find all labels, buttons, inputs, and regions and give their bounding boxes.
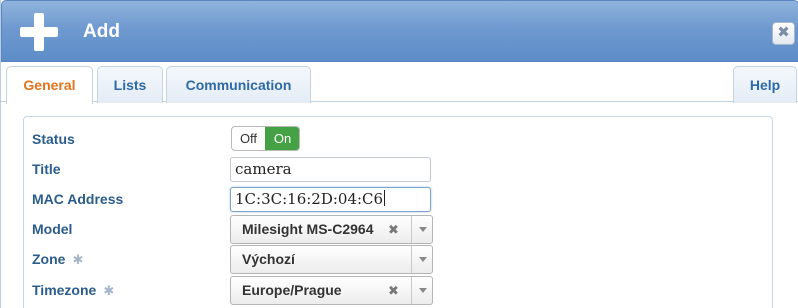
tab-communication[interactable]: Communication: [166, 66, 311, 103]
timezone-select[interactable]: Europe/Prague ✖: [230, 276, 433, 305]
tab-bar: General Lists Communication Help: [1, 62, 798, 104]
dialog-title: Add: [83, 21, 120, 42]
model-select[interactable]: Milesight MS-C2964 ✖: [230, 215, 433, 244]
zone-select[interactable]: Výchozí: [230, 245, 433, 274]
status-toggle[interactable]: Off On: [231, 126, 300, 151]
model-clear-icon[interactable]: ✖: [388, 216, 399, 243]
title-input-value: camera: [235, 160, 292, 178]
text-caret: [384, 190, 386, 206]
mac-address-input[interactable]: 1C:3C:16:2D:04:C6: [230, 187, 431, 212]
required-icon: ✱: [103, 283, 115, 298]
status-label: Status: [32, 131, 75, 147]
close-button[interactable]: ✖: [772, 22, 795, 45]
chevron-down-icon: [419, 257, 427, 262]
chevron-down-icon: [419, 227, 427, 232]
plus-icon: [20, 13, 58, 51]
chevron-down-icon: [419, 288, 427, 293]
timezone-select-value: Europe/Prague: [242, 282, 342, 298]
status-off-option[interactable]: Off: [232, 127, 265, 150]
title-label: Title: [32, 161, 61, 177]
zone-select-value: Výchozí: [242, 251, 295, 267]
mac-address-value: 1C:3C:16:2D:04:C6: [235, 190, 384, 208]
required-icon: ✱: [72, 252, 84, 267]
timezone-label: Timezone ✱: [32, 282, 115, 298]
close-icon: ✖: [777, 24, 790, 41]
zone-label: Zone ✱: [32, 251, 84, 267]
tab-general[interactable]: General: [6, 66, 93, 104]
zone-dropdown-arrow[interactable]: [411, 246, 433, 273]
dialog-titlebar: Add ✖: [1, 0, 798, 62]
model-label: Model: [32, 221, 73, 237]
tab-lists[interactable]: Lists: [97, 66, 163, 103]
timezone-clear-icon[interactable]: ✖: [388, 277, 399, 304]
timezone-dropdown-arrow[interactable]: [411, 277, 433, 304]
add-dialog: Add ✖ General Lists Communication Help S…: [0, 0, 798, 308]
mac-address-label: MAC Address: [32, 191, 124, 207]
model-select-value: Milesight MS-C2964: [242, 221, 374, 237]
tab-help[interactable]: Help: [733, 66, 797, 103]
status-on-option[interactable]: On: [265, 127, 299, 150]
model-dropdown-arrow[interactable]: [411, 216, 433, 243]
title-input[interactable]: camera: [230, 157, 431, 182]
